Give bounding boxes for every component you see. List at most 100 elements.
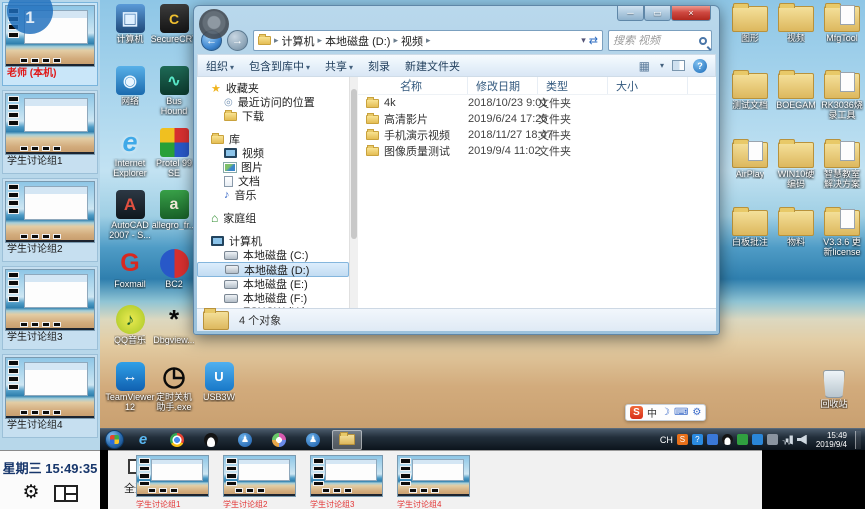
show-desktop-button[interactable] [855,431,861,449]
desktop-icon-bushound[interactable]: ∿ Bus Hound [152,66,196,116]
desktop-icon-qqmusic[interactable]: ♪ QQ音乐 [108,305,152,345]
desktop-folder-graphics[interactable]: 图形 [728,6,772,43]
sogou-tray-icon[interactable]: S [677,434,688,445]
desktop-folder-mfgtool[interactable]: MfgTool [820,6,864,43]
taskbar-button-qq[interactable] [196,430,226,450]
taskbar-button-classroom-app[interactable]: ♟ [230,430,260,450]
volume-icon[interactable] [797,435,808,445]
ime-settings-icon[interactable]: ⚙ [692,407,701,418]
close-button[interactable]: × [671,6,711,21]
organize-button[interactable]: 组织▾ [206,58,234,74]
nav-drive-c[interactable]: 本地磁盘 (C:) [197,248,349,262]
ime-keyboard-icon[interactable]: ⌨ [674,407,688,418]
desktop-folder-boegam[interactable]: BOEGAM [774,73,818,110]
taskbar-button-classroom-app-2[interactable]: ♟ [298,430,328,450]
nav-homegroup[interactable]: ⌂ 家庭组 [197,211,349,225]
desktop-icon-bc2[interactable]: BC2 [152,249,196,289]
desktop-folder-video[interactable]: 视频 [774,6,818,43]
column-date-modified[interactable]: 修改日期 [468,77,538,94]
file-row-image-quality[interactable]: 图像质量测试 2019/9/4 11:02 文件夹 [358,143,716,159]
desktop-icon-computer[interactable]: ▣ 计算机 [108,4,152,44]
ime-moon-icon[interactable]: ☽ [661,407,670,418]
desktop-icon-teamviewer[interactable]: ↔ TeamViewer 12 [108,362,152,412]
desktop-icon-recycle-bin[interactable]: 回收站 [812,370,856,409]
ime-chinese-mode[interactable]: 中 [647,405,657,420]
taskbar-button-explorer-active[interactable] [332,430,362,450]
share-button[interactable]: 共享▾ [325,58,353,74]
group-thumbnail-3[interactable]: 学生讨论组3 [310,455,383,509]
desktop-icon-securecrt[interactable]: C SecureCRT [152,4,196,44]
change-view-icon[interactable]: ▦ [639,59,650,73]
desktop-icon-foxmail[interactable]: G Foxmail [108,249,152,289]
nav-drive-d[interactable]: 本地磁盘 (D:) [197,262,349,277]
chevron-down-icon[interactable]: ▾ [660,61,664,70]
minimize-button[interactable]: ─ [617,6,644,21]
settings-gear-icon[interactable]: ⚙ [22,483,39,503]
machine-card-group4[interactable]: 学生讨论组4 [2,354,98,438]
forward-button[interactable]: → [227,30,248,51]
group-thumbnail-1[interactable]: 学生讨论组1 [136,455,209,509]
nav-scrollbar[interactable] [349,77,358,308]
qq-tray-icon[interactable] [722,434,733,445]
breadcrumb-computer[interactable]: 计算机 [282,33,315,49]
nav-documents-library[interactable]: 文档 [197,174,349,188]
usb-tray-icon[interactable] [767,434,778,445]
security-tray-icon[interactable] [737,434,748,445]
nav-pictures-library[interactable]: 图片 [197,160,349,174]
start-button[interactable] [105,430,124,449]
tray-icon-app[interactable] [707,434,718,445]
desktop-icon-usb3w[interactable]: U USB3W [197,362,241,402]
column-type[interactable]: 类型 [538,77,608,94]
taskbar-button-paint-app[interactable] [264,430,294,450]
nav-libraries[interactable]: 库 [197,132,349,146]
sogou-logo-icon[interactable]: S [630,406,643,419]
help-tray-icon[interactable]: ? [692,434,703,445]
desktop-icon-shutdown-timer[interactable]: ◷ 定时关机助手.exe [152,362,196,412]
nav-downloads[interactable]: 下载 [197,109,349,123]
desktop-icon-allegro[interactable]: a allegro_fr... [152,190,196,230]
language-indicator[interactable]: CH [660,435,673,445]
desktop-icon-autocad[interactable]: A AutoCAD 2007 - S... [108,190,152,240]
desktop-icon-ie[interactable]: e Internet Explorer [108,128,152,178]
machine-card-group1[interactable]: 学生讨论组1 [2,90,98,174]
tray-icon-app-2[interactable] [752,434,763,445]
machine-card-group3[interactable]: 学生讨论组3 [2,266,98,350]
desktop-folder-whiteboard[interactable]: 白板批注 [728,210,772,247]
breadcrumb[interactable]: ▸ 计算机 ▸ 本地磁盘 (D:) ▸ 视频 ▸ ▾ ⇄ [253,30,603,51]
network-signal-icon[interactable] [782,435,793,445]
file-row-4k[interactable]: 4k 2018/10/23 9:01 文件夹 [358,95,716,111]
nav-music-library[interactable]: ♪ 音乐 [197,188,349,202]
preview-pane-icon[interactable] [672,60,685,71]
burn-button[interactable]: 刻录 [368,58,390,74]
nav-videos-library[interactable]: 视频 [197,146,349,160]
breadcrumb-drive-d[interactable]: 本地磁盘 (D:) [325,33,390,49]
desktop-folder-classroom[interactable]: 智慧教室解决方案 [820,142,864,189]
include-in-library-button[interactable]: 包含到库中▾ [249,58,310,74]
group-thumbnail-2[interactable]: 学生讨论组2 [223,455,296,509]
new-folder-button[interactable]: 新建文件夹 [405,58,460,74]
search-box[interactable] [608,30,712,51]
group-thumbnail-4[interactable]: 学生讨论组4 [397,455,470,509]
desktop-folder-rk3036[interactable]: RK3036烧录工具 [820,73,864,120]
desktop-folder-license[interactable]: V3.3.6 更新license [820,210,864,257]
breadcrumb-videos[interactable]: 视频 [401,33,423,49]
address-dropdown-icon[interactable]: ▾ [581,35,586,46]
scrollbar-thumb[interactable] [351,89,357,239]
taskbar-button-chrome[interactable] [162,430,192,450]
nav-drive-e[interactable]: 本地磁盘 (E:) [197,277,349,291]
layout-grid-icon[interactable] [54,485,78,502]
desktop-icon-network[interactable]: ◉ 网络 [108,66,152,106]
column-name[interactable]: ▴ 名称 [358,77,468,94]
nav-favorites[interactable]: ★ 收藏夹 [197,81,349,95]
desktop-folder-testdocs[interactable]: 测试文档 [728,73,772,110]
desktop-icon-dbgview[interactable]: * Dbgview... [152,305,196,345]
taskbar-button-ie[interactable]: e [128,430,158,450]
nav-computer[interactable]: 计算机 [197,234,349,248]
machine-card-group2[interactable]: 学生讨论组2 [2,178,98,262]
tray-clock[interactable]: 15:49 2019/9/4 [812,431,851,449]
maximize-button[interactable]: ▭ [644,6,671,21]
file-row-hd-movies[interactable]: 高清影片 2019/6/24 17:25 文件夹 [358,111,716,127]
desktop-folder-materials[interactable]: 物料 [774,210,818,247]
desktop-folder-airplay[interactable]: AirPlay [728,142,772,179]
nav-recent-places[interactable]: ◎ 最近访问的位置 [197,95,349,109]
